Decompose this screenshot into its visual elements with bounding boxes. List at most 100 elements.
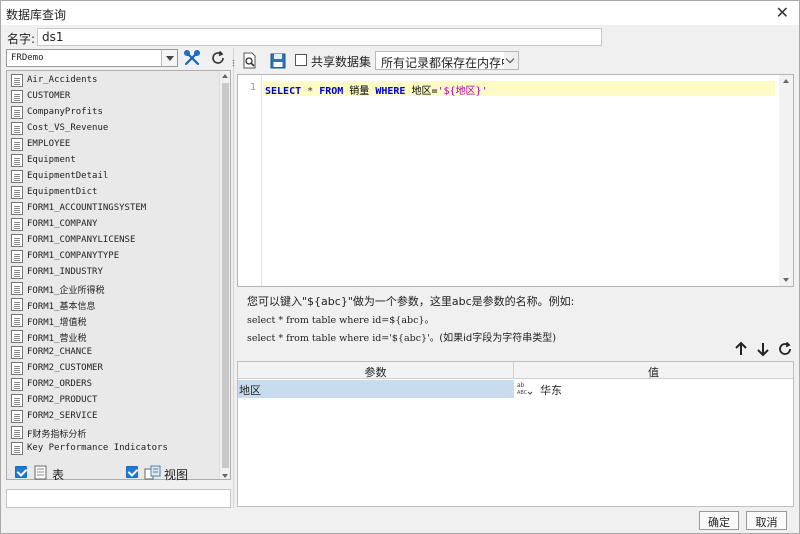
list-item[interactable]: EquipmentDetail (10, 169, 220, 185)
table-name: FORM2_CUSTOMER (27, 363, 103, 373)
chevron-down-icon[interactable] (161, 50, 177, 66)
scrollbar-thumb[interactable] (222, 83, 229, 468)
sql-token: SELECT (265, 86, 302, 97)
table-icon (11, 74, 23, 87)
table-name: Key Performance Indicators (27, 443, 168, 453)
help-text: 您可以键入"${abc}"做为一个参数，这里abc是参数的名称。例如: (247, 295, 575, 308)
cancel-button[interactable]: 取消 (746, 511, 787, 530)
list-item[interactable]: FORM1_企业所得税 (10, 281, 220, 297)
list-item[interactable]: FORM2_ORDERS (10, 377, 220, 393)
table-icon (11, 154, 23, 167)
list-item[interactable]: FORM1_ACCOUNTINGSYSTEM (10, 201, 220, 217)
table-name: FORM1_基本信息 (27, 302, 96, 312)
scroll-up-icon[interactable] (783, 79, 789, 83)
list-item[interactable]: F财务指标分析 (10, 425, 220, 441)
connection-settings-button[interactable] (182, 49, 202, 67)
list-item[interactable]: FORM2_PRODUCT (10, 393, 220, 409)
list-item[interactable]: Equipment (10, 153, 220, 169)
table-filter-label: 表 (52, 468, 65, 482)
table-name: Air_Accidents (27, 75, 98, 85)
table-name: FORM2_CHANCE (27, 347, 93, 357)
table-list: Air_Accidents CUSTOMER CompanyProfits Cost_… (6, 70, 231, 480)
table-name: CompanyProfits (27, 107, 103, 117)
scroll-down-icon[interactable] (783, 278, 789, 282)
table-icon (11, 314, 23, 327)
move-up-icon[interactable] (733, 341, 749, 357)
table-name: FORM1_INDUSTRY (27, 267, 103, 277)
list-item[interactable]: EquipmentDict (10, 185, 220, 201)
panel-divider[interactable] (233, 48, 234, 508)
string-type-icon[interactable]: ab ABC (516, 380, 534, 398)
table-icon (11, 234, 23, 247)
svg-text:ABC: ABC (517, 390, 528, 396)
view-filter-checkbox[interactable] (126, 466, 138, 478)
table-filter-checkbox[interactable] (15, 466, 27, 478)
name-input[interactable]: ds1 (37, 28, 602, 46)
table-icon (11, 138, 23, 151)
list-item[interactable]: FORM1_COMPANYLICENSE (10, 233, 220, 249)
left-panel: FRDemo Air_Accidents CUSTOMER CompanyProfi… (6, 48, 231, 508)
table-list-scrollbar[interactable] (219, 71, 230, 479)
list-item[interactable]: CompanyProfits (10, 105, 220, 121)
refresh-button[interactable] (208, 49, 228, 67)
svg-text:ab: ab (517, 382, 525, 389)
help-example-2: select * from table where id='${abc}'。(如… (247, 329, 787, 344)
close-icon[interactable]: ✕ (776, 3, 789, 22)
list-item[interactable]: FORM1_营业税 (10, 329, 220, 345)
list-item[interactable]: EMPLOYEE (10, 137, 220, 153)
cache-mode-select[interactable]: 所有记录都保存在内存中 (375, 51, 519, 70)
list-item[interactable]: Cost_VS_Revenue (10, 121, 220, 137)
list-item[interactable]: FORM1_INDUSTRY (10, 265, 220, 281)
help-example-2-note: (如果id字段为字符串类型) (439, 333, 557, 344)
table-icon (11, 346, 23, 359)
sql-code-line[interactable]: SELECT * FROM 销量 WHERE 地区='${地区}' (263, 81, 775, 97)
table-name: FORM1_营业税 (27, 334, 87, 344)
list-item[interactable]: Key Performance Indicators (10, 441, 220, 457)
list-item[interactable]: FORM1_基本信息 (10, 297, 220, 313)
table-name: FORM1_COMPANYTYPE (27, 251, 120, 261)
table-icon (11, 90, 23, 103)
preview-icon[interactable] (241, 52, 259, 70)
param-name-cell[interactable]: 地区 (238, 380, 514, 398)
param-column-header: 参数 (238, 362, 514, 379)
sql-token: 销量 (343, 86, 376, 97)
refresh-parameters-icon[interactable] (777, 341, 793, 357)
share-dataset-checkbox[interactable] (295, 54, 307, 66)
list-item[interactable]: CUSTOMER (10, 89, 220, 105)
list-item[interactable]: FORM1_增值税 (10, 313, 220, 329)
splitter-grip-icon[interactable] (232, 59, 235, 67)
table-row[interactable]: 地区 ab ABC 华东 (238, 380, 793, 398)
parameter-help: 您可以键入"${abc}"做为一个参数，这里abc是参数的名称。例如: sele… (247, 293, 787, 344)
table-icon (11, 330, 23, 343)
list-item[interactable]: Air_Accidents (10, 73, 220, 89)
move-down-icon[interactable] (755, 341, 771, 357)
sql-token: * (301, 86, 320, 97)
list-item[interactable]: FORM2_CUSTOMER (10, 361, 220, 377)
table-name: FORM1_COMPANY (27, 219, 98, 229)
table-name: FORM1_COMPANYLICENSE (27, 235, 136, 245)
list-item[interactable]: FORM2_SERVICE (10, 409, 220, 425)
window-title: 数据库查询 (6, 8, 67, 22)
scroll-up-icon[interactable] (222, 74, 228, 78)
value-column-header: 值 (514, 362, 793, 379)
param-value-cell[interactable]: 华东 (538, 380, 793, 398)
name-label: 名字: (7, 32, 36, 46)
table-name: FORM2_ORDERS (27, 379, 93, 389)
sql-token: FROM (319, 86, 344, 97)
connection-select[interactable]: FRDemo (6, 49, 178, 67)
list-item[interactable]: FORM1_COMPANYTYPE (10, 249, 220, 265)
share-dataset-label: 共享数据集 (311, 55, 372, 69)
save-parameter-icon[interactable] (269, 52, 287, 70)
table-search-input[interactable] (6, 489, 231, 508)
table-icon (11, 250, 23, 263)
list-item[interactable]: FORM2_CHANCE (10, 345, 220, 361)
table-name: FORM2_SERVICE (27, 411, 98, 421)
query-toolbar: 共享数据集 所有记录都保存在内存中 (239, 50, 794, 72)
table-name: F财务指标分析 (27, 430, 87, 440)
chevron-down-icon[interactable] (504, 52, 518, 69)
editor-scrollbar[interactable] (779, 75, 793, 286)
ok-button[interactable]: 确定 (699, 511, 739, 530)
sql-editor[interactable]: 1 SELECT * FROM 销量 WHERE 地区='${地区}' (237, 74, 794, 287)
list-item[interactable]: FORM1_COMPANY (10, 217, 220, 233)
line-number-gutter: 1 (238, 75, 262, 286)
